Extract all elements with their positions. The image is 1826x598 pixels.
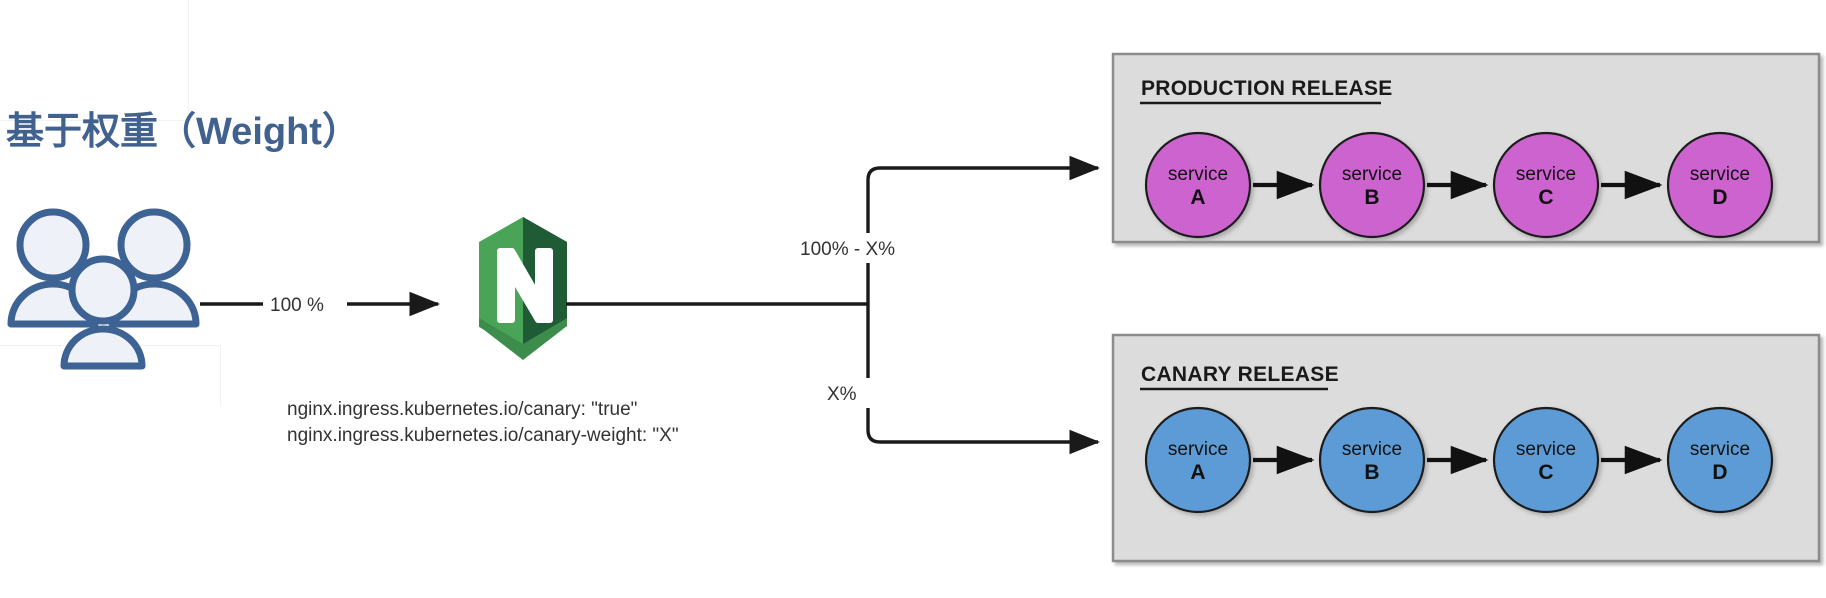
diagram-canvas: 基于权重（Weight） 100 % nginx.ingress.kuberne… — [0, 0, 1826, 598]
service-name-label: D — [1712, 461, 1727, 484]
service-name-label: A — [1190, 186, 1205, 209]
flow-diagram: 100 % nginx.ingress.kubernetes.io/canary… — [7, 52, 1821, 563]
label-branch-production: 100% - X% — [800, 239, 895, 260]
service-kind-label: service — [1516, 164, 1576, 185]
service-name-label: B — [1364, 461, 1379, 484]
annotation-canary-weight: nginx.ingress.kubernetes.io/canary-weigh… — [287, 425, 679, 446]
service-kind-label: service — [1342, 439, 1402, 460]
label-branch-canary: X% — [827, 384, 857, 405]
annotation-canary: nginx.ingress.kubernetes.io/canary: "tru… — [287, 399, 637, 420]
production-service-a[interactable]: service A — [1144, 131, 1252, 239]
service-kind-label: service — [1690, 439, 1750, 460]
canary-service-b[interactable]: service B — [1318, 406, 1426, 514]
service-name-label: C — [1538, 186, 1553, 209]
branch-production — [866, 155, 1101, 304]
users-icon — [7, 208, 200, 370]
canary-service-d[interactable]: service D — [1666, 406, 1774, 514]
service-kind-label: service — [1342, 164, 1402, 185]
group-production: PRODUCTION RELEASE service A service B s… — [1111, 52, 1821, 244]
service-name-label: A — [1190, 461, 1205, 484]
service-name-label: D — [1712, 186, 1727, 209]
branch-canary — [866, 304, 1101, 455]
group-canary: CANARY RELEASE service A service B servi… — [1111, 333, 1821, 563]
canary-service-a[interactable]: service A — [1144, 406, 1252, 514]
service-kind-label: service — [1690, 164, 1750, 185]
production-service-b[interactable]: service B — [1318, 131, 1426, 239]
canary-service-c[interactable]: service C — [1492, 406, 1600, 514]
service-name-label: C — [1538, 461, 1553, 484]
service-kind-label: service — [1168, 439, 1228, 460]
service-name-label: B — [1364, 186, 1379, 209]
canary-release-title: CANARY RELEASE — [1141, 363, 1339, 386]
label-incoming-traffic: 100 % — [270, 295, 324, 316]
production-service-c[interactable]: service C — [1492, 131, 1600, 239]
nginx-logo — [479, 217, 567, 360]
service-kind-label: service — [1516, 439, 1576, 460]
service-kind-label: service — [1168, 164, 1228, 185]
production-release-title: PRODUCTION RELEASE — [1141, 77, 1393, 100]
production-service-d[interactable]: service D — [1666, 131, 1774, 239]
